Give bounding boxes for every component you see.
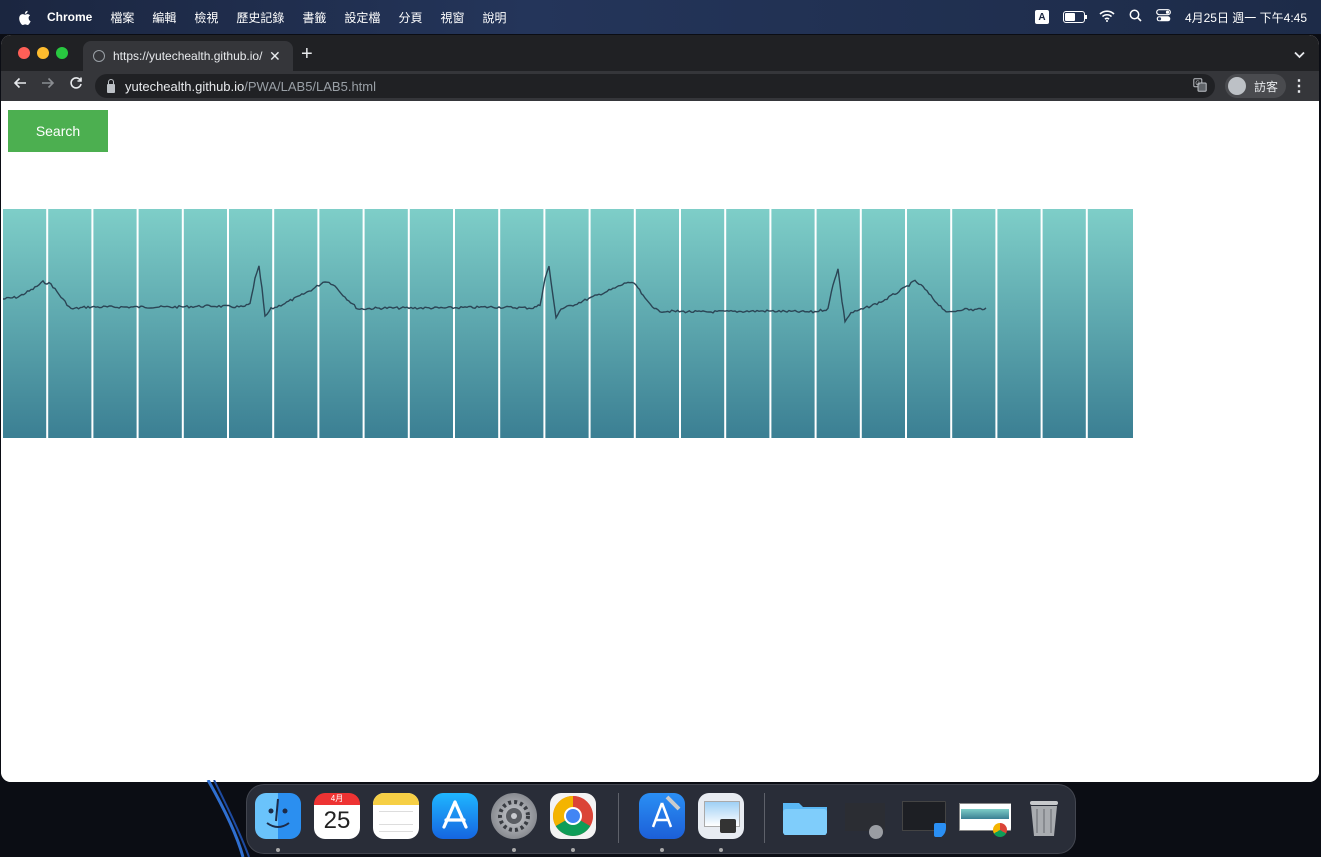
dock-running-indicator — [719, 848, 723, 852]
lock-icon[interactable] — [107, 78, 115, 93]
chrome-icon[interactable] — [550, 793, 596, 839]
new-tab-button[interactable]: + — [301, 43, 313, 66]
calendar-day: 25 — [314, 805, 360, 839]
preview-icon[interactable] — [698, 793, 744, 839]
browser-window: https://yutechealth.github.io/PWA/LAB5/L… — [1, 35, 1319, 782]
globe-icon — [93, 50, 105, 62]
menu-edit[interactable]: 編輯 — [152, 9, 176, 26]
battery-icon[interactable] — [1062, 11, 1087, 23]
more-menu-icon[interactable]: ⋮ — [1291, 76, 1307, 96]
dock-running-indicator — [512, 848, 516, 852]
tab-strip: https://yutechealth.github.io/PWA/LAB5/L… — [1, 35, 1319, 71]
menu-history[interactable]: 歷史記錄 — [236, 9, 284, 26]
ecg-background — [3, 209, 1133, 438]
page-content: Search — [1, 101, 1319, 782]
dock-running-indicator — [276, 848, 280, 852]
trash-icon[interactable] — [1021, 793, 1067, 839]
reload-button[interactable] — [69, 76, 83, 96]
profile-label: 訪客 — [1254, 79, 1279, 94]
wifi-icon[interactable] — [1099, 9, 1115, 25]
dock-running-indicator — [660, 848, 664, 852]
translate-icon[interactable]: G — [1193, 78, 1207, 95]
tab-search-chevron-icon[interactable] — [1294, 46, 1305, 64]
guest-avatar-icon — [1228, 77, 1246, 95]
menu-view[interactable]: 檢視 — [194, 9, 218, 26]
recent-window-1-icon[interactable] — [841, 793, 887, 839]
recent-window-2-icon[interactable] — [900, 793, 946, 839]
dock-separator — [618, 793, 619, 843]
menu-bookmarks[interactable]: 書籤 — [302, 9, 326, 26]
menu-file[interactable]: 檔案 — [110, 9, 134, 26]
tab-close-icon[interactable]: ✕ — [269, 48, 281, 65]
back-button[interactable] — [13, 76, 27, 96]
url-path: /PWA/LAB5/LAB5.html — [244, 78, 377, 94]
apple-menu-icon[interactable] — [17, 10, 31, 25]
window-minimize-button[interactable] — [37, 47, 49, 59]
browser-tab[interactable]: https://yutechealth.github.io/PWA/LAB5/L… — [83, 41, 293, 71]
forward-button[interactable] — [41, 76, 55, 96]
menubar-clock[interactable]: 4月25日 週一 下午4:45 — [1185, 9, 1307, 26]
menu-window[interactable]: 視窗 — [440, 9, 464, 26]
control-center-icon[interactable] — [1156, 9, 1171, 25]
spotlight-search-icon[interactable] — [1129, 9, 1142, 25]
dock: 4月 25 — [246, 784, 1076, 854]
svg-text:G: G — [1195, 81, 1200, 87]
finder-icon[interactable] — [255, 793, 301, 839]
window-close-button[interactable] — [18, 47, 30, 59]
ecg-canvas — [3, 209, 1133, 438]
app-store-icon[interactable] — [432, 793, 478, 839]
url-host: yutechealth.github.io — [125, 78, 245, 94]
browser-toolbar: yutechealth.github.io/PWA/LAB5/LAB5.html… — [1, 71, 1319, 101]
window-zoom-button[interactable] — [56, 47, 68, 59]
menu-app-name[interactable]: Chrome — [47, 10, 92, 24]
downloads-folder-icon[interactable] — [782, 793, 828, 839]
dock-separator — [764, 793, 765, 843]
notes-icon[interactable] — [373, 793, 419, 839]
xcode-icon[interactable] — [639, 793, 685, 839]
profile-button[interactable]: 訪客 — [1225, 74, 1287, 98]
tab-title: https://yutechealth.github.io/PWA/LAB5/L… — [113, 49, 263, 63]
search-button[interactable]: Search — [8, 110, 108, 152]
calendar-month: 4月 — [314, 793, 360, 805]
chrome-window-thumbnail-icon[interactable] — [959, 793, 1011, 839]
url-text: yutechealth.github.io/PWA/LAB5/LAB5.html — [125, 79, 376, 94]
system-preferences-icon[interactable] — [491, 793, 537, 839]
address-bar[interactable]: yutechealth.github.io/PWA/LAB5/LAB5.html… — [95, 74, 1215, 98]
menu-bar: Chrome 檔案 編輯 檢視 歷史記錄 書籤 設定檔 分頁 視窗 說明 A 4… — [0, 0, 1321, 34]
menu-help[interactable]: 說明 — [482, 9, 506, 26]
dock-running-indicator — [571, 848, 575, 852]
input-source-icon[interactable]: A — [1034, 10, 1049, 24]
menu-tab[interactable]: 分頁 — [398, 9, 422, 26]
menu-profiles[interactable]: 設定檔 — [344, 9, 380, 26]
calendar-icon[interactable]: 4月 25 — [314, 793, 360, 839]
